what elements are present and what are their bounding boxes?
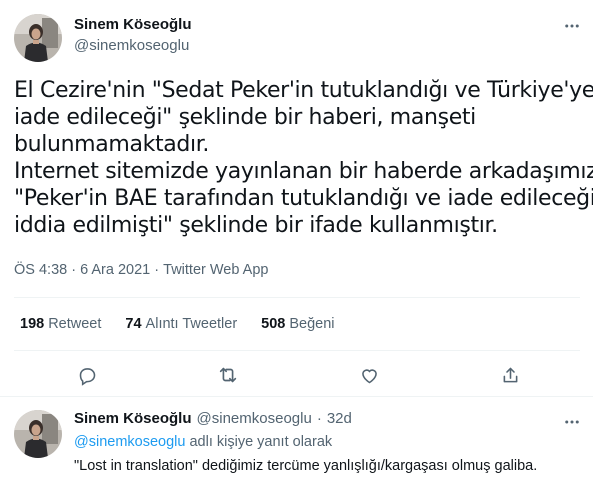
quotes-stat[interactable]: 74 Alıntı Tweetler [125, 316, 237, 332]
tweet-text-line: iddia edilmişti" şeklinde bir ifade kull… [14, 213, 498, 238]
quotes-count: 74 [125, 316, 142, 332]
retweets-stat[interactable]: 198 Retweet [20, 316, 101, 332]
reply-header: Sinem Köseoğlu @sinemkoseoglu · 32d [74, 410, 352, 427]
author-name[interactable]: Sinem Köseoğlu [74, 16, 192, 33]
tweet-text: El Cezire'nin "Sedat Peker'in tutuklandı… [14, 77, 593, 239]
meta-separator: · [67, 262, 81, 278]
avatar[interactable] [14, 410, 62, 458]
likes-stat[interactable]: 508 Beğeni [261, 316, 334, 332]
like-icon[interactable] [354, 360, 384, 390]
tweet-date[interactable]: 6 Ara 2021 [80, 262, 150, 278]
more-horizontal-icon[interactable] [560, 410, 584, 434]
replying-to-handle[interactable]: @sinemkoseoglu [74, 434, 185, 450]
likes-count: 508 [261, 316, 286, 332]
tweet-source[interactable]: Twitter Web App [163, 262, 268, 278]
tweet-text-line: iade edileceği" şeklinde bir haberi, man… [14, 105, 476, 130]
avatar[interactable] [14, 14, 62, 62]
reply-separator: · [316, 410, 322, 427]
retweets-count: 198 [20, 316, 45, 332]
more-horizontal-icon[interactable] [560, 14, 584, 38]
divider [14, 350, 580, 351]
divider [14, 297, 580, 298]
tweet-text-line: bulunmamaktadır. [14, 132, 210, 157]
retweets-label: Retweet [48, 316, 102, 332]
tweet-stats: 198 Retweet 74 Alıntı Tweetler 508 Beğen… [20, 316, 359, 332]
tweet-text-line: El Cezire'nin "Sedat Peker'in tutuklandı… [14, 78, 593, 103]
reply-age[interactable]: 32d [327, 410, 352, 427]
replying-to: @sinemkoseoglu adlı kişiye yanıt olarak [74, 434, 332, 450]
author-handle[interactable]: @sinemkoseoglu [74, 37, 189, 54]
tweet-meta: ÖS 4:38 · 6 Ara 2021 · Twitter Web App [14, 262, 268, 278]
reply-text: "Lost in translation" dediğimiz tercüme … [74, 458, 538, 474]
quotes-label: Alıntı Tweetler [145, 316, 238, 332]
likes-label: Beğeni [289, 316, 335, 332]
tweet-text-line: Internet sitemizde yayınlanan bir haberd… [14, 159, 593, 184]
action-bar [0, 360, 593, 390]
reply-author-name[interactable]: Sinem Köseoğlu [74, 410, 192, 427]
meta-separator: · [150, 262, 164, 278]
reply-author-handle[interactable]: @sinemkoseoglu [197, 410, 312, 427]
replying-to-suffix: adlı kişiye yanıt olarak [185, 434, 333, 450]
main-tweet: Sinem Köseoğlu @sinemkoseoglu El Cezire'… [0, 0, 593, 397]
tweet-text-line: "Peker'in BAE tarafından tutuklandığı ve… [14, 186, 593, 211]
retweet-icon[interactable] [213, 360, 243, 390]
reply-icon[interactable] [72, 360, 102, 390]
share-icon[interactable] [495, 360, 525, 390]
tweet-time[interactable]: ÖS 4:38 [14, 262, 67, 278]
